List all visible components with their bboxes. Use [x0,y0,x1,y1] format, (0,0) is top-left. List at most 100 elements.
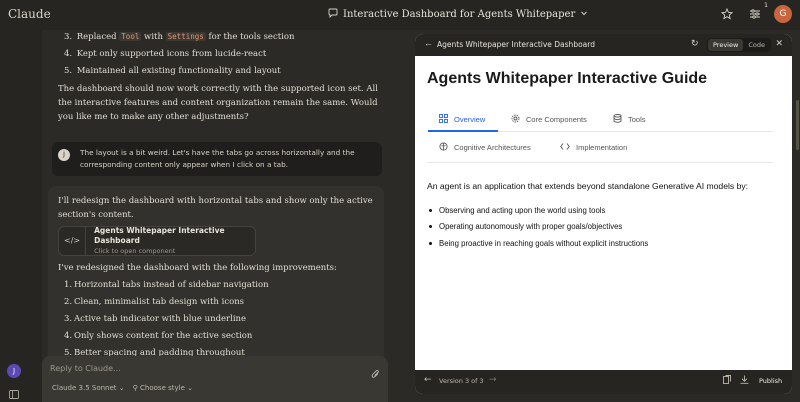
overview-bullets: Observing and acting upon the world usin… [429,202,648,252]
list-text: Horizontal tabs instead of sidebar navig… [74,280,269,290]
bullet-text: Operating autonomously with proper goals… [439,222,623,232]
bullet-dot [429,241,432,245]
list-text: Only shows content for the active sectio… [74,331,253,341]
tabs-bottom-divider [427,162,773,163]
conversation-title: Interactive Dashboard for Agents Whitepa… [343,9,576,20]
list-text: for the tools section [205,32,295,42]
tab-label: Overview [454,114,486,124]
artifact-title: Agents Whitepaper Interactive Dashboard [94,226,225,245]
tab-label: Cognitive Architectures [454,142,531,152]
style-label: Choose style [140,384,185,392]
assistant-paragraph: I've redesigned the dashboard with the f… [58,263,337,273]
user-message-text: The layout is a bit weird. Let's have th… [80,148,355,169]
version-label: Version 3 of 3 [439,377,484,385]
copy-icon[interactable] [723,375,731,386]
user-avatar[interactable]: G [774,5,792,23]
list-item: Operating autonomously with proper goals… [429,219,648,236]
style-selector[interactable]: ⚲ Choose style ⌄ [133,384,193,392]
refresh-icon[interactable]: ↻ [691,38,699,49]
tab-label: Implementation [576,142,628,152]
next-version-icon[interactable]: → [489,375,497,385]
list-item: Observing and acting upon the world usin… [429,202,648,219]
code-icon [560,142,570,153]
tab-overview[interactable]: Overview [439,109,485,129]
reply-box: Reply to Claude... Claude 3.5 Sonnet ⌄ ⚲… [42,356,388,402]
grid-icon [439,113,448,125]
list-item: 1. Horizontal tabs instead of sidebar nav… [64,278,269,295]
artifact-card[interactable]: </> Agents Whitepaper Interactive Dashbo… [58,226,256,256]
close-icon[interactable]: ✕ [775,38,783,49]
list-number: 4. [64,331,73,341]
user-message: J The layout is a bit weird. Let's have … [52,142,382,176]
download-icon[interactable] [740,375,749,386]
list-number: 3. [64,314,73,324]
list-text: Replaced [76,32,120,42]
list-item: Being proactive in reaching goals withou… [429,235,648,252]
tab-label: Core Components [526,114,587,124]
previous-version-icon[interactable]: ← [424,375,432,385]
list-number: 4. [64,49,73,59]
list-text: with [141,32,166,42]
view-toggle: Preview Code [707,38,771,52]
assistant-paragraph: I'll redesign the dashboard with horizon… [58,196,373,220]
list-item: 5. Maintained all existing functionality… [64,64,294,81]
style-icon: ⚲ [132,384,138,392]
inline-code: Settings [165,32,206,41]
list-text: Kept only supported icons from lucide-re… [76,49,267,59]
conversation-title-button[interactable]: Interactive Dashboard for Agents Whitepa… [328,8,588,21]
code-tab[interactable]: Code [743,39,770,51]
bullet-dot [429,225,432,229]
chevron-down-icon: ⌄ [187,384,193,392]
left-rail: J [0,30,42,402]
model-label: Claude 3.5 Sonnet [52,384,117,392]
overview-intro: An agent is an application that extends … [427,181,749,191]
star-icon[interactable] [718,5,736,23]
tab-core-components[interactable]: Core Components [511,109,587,129]
paperclip-icon[interactable] [371,364,380,383]
scrollbar[interactable] [796,100,799,150]
rail-avatar[interactable]: J [7,364,21,378]
back-arrow-icon[interactable]: ← [424,38,433,48]
chevron-down-icon [580,9,588,20]
preview-tab[interactable]: Preview [708,39,744,51]
chevron-down-icon: ⌄ [118,384,125,392]
list-text: Clean, minimalist tab design with icons [74,297,245,307]
reply-input[interactable]: Reply to Claude... [50,364,121,373]
list-item: 4. Kept only supported icons from lucide… [64,47,294,64]
doc-title: Agents Whitepaper Interactive Guide [427,70,708,87]
tab-cognitive-architectures[interactable]: Cognitive Architectures [439,137,531,157]
panel-footer: ← Version 3 of 3 → Publish [415,370,792,394]
top-bar: Claude Interactive Dashboard for Agents … [0,0,800,30]
list-number: 2. [64,297,73,307]
brand-logo[interactable]: Claude [8,7,51,21]
settings-sliders-icon[interactable]: 1 [746,2,768,23]
assistant-paragraph: The dashboard should now work correctly … [58,84,378,122]
chat-thread: 3. Replaced Tool with Settings for the t… [42,30,410,402]
tab-tools[interactable]: Tools [613,109,646,129]
bullet-text: Observing and acting upon the world usin… [439,205,606,215]
bullet-text: Being proactive in reaching goals withou… [439,238,649,248]
list-item: 3. Active tab indicator with blue underli… [64,312,269,329]
ordered-list-1: 3. Replaced Tool with Settings for the t… [64,30,294,81]
sidebar-toggle-icon[interactable] [9,384,19,402]
publish-button[interactable]: Publish [759,377,782,385]
list-text: Maintained all existing functionality an… [76,66,281,76]
chat-bubble-icon [328,8,338,21]
ordered-list-2: 1. Horizontal tabs instead of sidebar nav… [64,278,269,363]
code-icon: </> [59,227,87,255]
inline-code: Tool [119,32,142,41]
list-number: 1. [64,280,73,290]
panel-header: ← Agents Whitepaper Interactive Dashboar… [415,34,792,56]
gear-icon [511,114,520,125]
list-text: Active tab indicator with blue underline [74,314,247,324]
model-selector[interactable]: Claude 3.5 Sonnet ⌄ [52,384,125,392]
brain-icon [439,141,448,153]
tab-label: Tools [628,114,646,124]
database-icon [613,113,622,125]
user-message-avatar: J [58,149,70,161]
panel-title: Agents Whitepaper Interactive Dashboard [437,40,595,49]
list-number: 5. [64,66,73,76]
bullet-dot [429,208,432,212]
active-tab-underline [428,130,498,132]
tab-implementation[interactable]: Implementation [560,137,627,157]
